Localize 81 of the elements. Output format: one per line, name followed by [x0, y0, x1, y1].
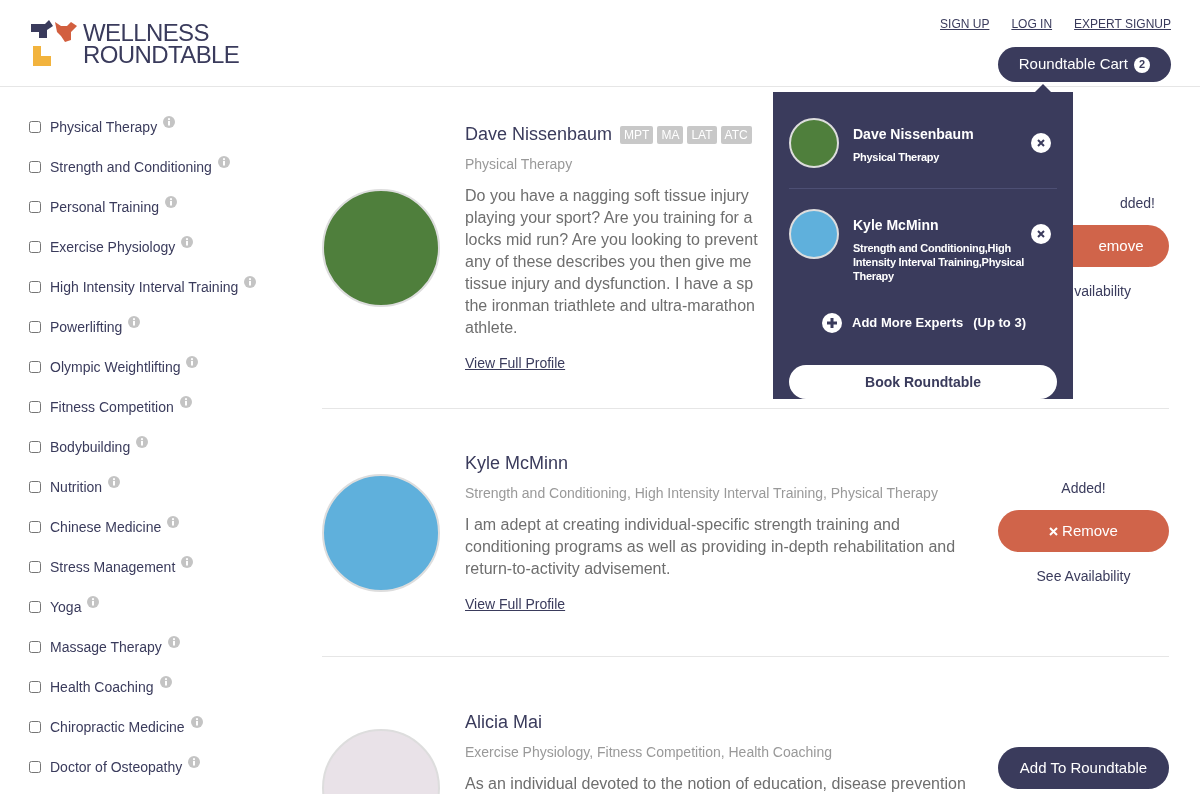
filter-label[interactable]: Exercise Physiology	[50, 236, 176, 258]
filter-checkbox[interactable]	[29, 401, 41, 413]
remove-icon[interactable]	[1031, 224, 1051, 244]
logo-text: ROUNDTABLE	[83, 44, 240, 66]
filter-checkbox[interactable]	[29, 681, 41, 693]
filter-checkbox[interactable]	[29, 641, 41, 653]
cart-count-badge: 2	[1134, 56, 1150, 73]
view-profile-link[interactable]: View Full Profile	[465, 353, 566, 374]
filter-label[interactable]: Personal Training	[50, 196, 159, 218]
description-line: As an individual devoted to the notion of education, disease prevention	[465, 774, 966, 794]
avatar-photo-placeholder	[789, 118, 839, 168]
filter-checkbox[interactable]	[29, 601, 41, 613]
description-line: conditioning programs as well as providing in-depth rehabilitation and	[465, 537, 956, 557]
add-more-note: (Up to 3)	[973, 314, 1026, 333]
description-line: tissue injury and dysfunction. I have a sp	[465, 274, 754, 294]
added-status: Added!	[1061, 479, 1106, 498]
description-line: playing your sport? Are you training for a	[465, 208, 753, 228]
filter-checkbox[interactable]	[29, 201, 41, 213]
filter-checkbox[interactable]	[29, 241, 41, 253]
logo-text: WELLNESS	[83, 22, 210, 44]
plus-icon	[822, 313, 842, 333]
filter-label[interactable]: Chiropractic Medicine	[50, 716, 185, 738]
see-availability-link[interactable]: See Availability	[1036, 566, 1131, 587]
filter-label[interactable]: Stress Management	[50, 556, 176, 578]
logo-icon	[29, 20, 77, 68]
nav-link[interactable]: LOG IN	[1011, 15, 1053, 33]
cart-expert-name: Kyle McMinn	[853, 216, 940, 235]
filter-label[interactable]: Chinese Medicine	[50, 516, 162, 538]
description-line: any of these describes you then give me	[465, 252, 752, 272]
filter-label[interactable]: Olympic Weightlifting	[50, 356, 181, 378]
nav-link[interactable]: EXPERT SIGNUP	[1074, 15, 1171, 33]
filter-checkbox[interactable]	[29, 441, 41, 453]
filter-label[interactable]: Doctor of Osteopathy	[50, 756, 183, 778]
filter-checkbox[interactable]	[29, 161, 41, 173]
remove-button[interactable]: Remove	[998, 510, 1169, 552]
expert-specialties: Strength and Conditioning, High Intensity Interval Training, Physical Therapy	[465, 484, 938, 503]
book-roundtable-button[interactable]: Book Roundtable	[789, 365, 1057, 399]
expert-name: Kyle McMinn	[465, 452, 569, 475]
close-icon	[1049, 526, 1059, 536]
filter-label[interactable]: Massage Therapy	[50, 636, 162, 658]
filter-label[interactable]: Yoga	[50, 596, 82, 618]
filter-checkbox[interactable]	[29, 481, 41, 493]
cart-expert-name: Dave Nissenbaum	[853, 125, 975, 144]
description-line: I am adept at creating individual-specific strength training and	[465, 515, 900, 535]
avatar-photo-placeholder	[789, 209, 839, 259]
description-line: Do you have a nagging soft tissue injury	[465, 186, 749, 206]
cart-button[interactable]: Roundtable Cart 2	[997, 47, 1171, 82]
filter-checkbox[interactable]	[29, 521, 41, 533]
nav-link[interactable]: SIGN UP	[940, 15, 990, 33]
filter-label[interactable]: Health Coaching	[50, 676, 154, 698]
remove-icon[interactable]	[1031, 133, 1051, 153]
remove-button[interactable]: emove	[1073, 225, 1169, 267]
filter-checkbox[interactable]	[29, 361, 41, 373]
filter-label[interactable]: Strength and Conditioning	[50, 156, 212, 178]
filter-label[interactable]: Bodybuilding	[50, 436, 131, 458]
filter-label[interactable]: Powerlifting	[50, 316, 123, 338]
filter-label[interactable]: Nutrition	[50, 476, 103, 498]
description-line: locks mid run? Are you looking to prevent	[465, 230, 758, 250]
filter-label[interactable]: High Intensity Interval Training	[50, 276, 239, 298]
description-line: return-to-activity advisement.	[465, 559, 671, 579]
expert-name: Dave Nissenbaum	[465, 123, 613, 146]
add-to-roundtable-button[interactable]: Add To Roundtable	[998, 747, 1169, 789]
cart-expert-specialties: Physical Therapy	[853, 150, 941, 164]
added-status: dded!	[1119, 194, 1156, 213]
view-profile-link[interactable]: View Full Profile	[465, 594, 566, 615]
filter-checkbox[interactable]	[29, 561, 41, 573]
description-line: athlete.	[465, 318, 518, 338]
filter-checkbox[interactable]	[29, 121, 41, 133]
filter-checkbox[interactable]	[29, 721, 41, 733]
filter-checkbox[interactable]	[29, 281, 41, 293]
filter-label[interactable]: Physical Therapy	[50, 116, 158, 138]
see-availability-link[interactable]: vailability	[1074, 281, 1169, 302]
add-more-link[interactable]: Add More Experts	[852, 313, 964, 333]
filter-checkbox[interactable]	[29, 761, 41, 773]
description-line: the ironman triathlete and ultra-marathon	[465, 296, 755, 316]
filter-checkbox[interactable]	[29, 321, 41, 333]
filter-label[interactable]: Fitness Competition	[50, 396, 174, 418]
expert-name: Alicia Mai	[465, 711, 543, 734]
cart-expert-specialties: Strength and Conditioning,High Intensity Interval Training,Physical Therapy	[853, 241, 1026, 283]
expert-specialties: Physical Therapy	[465, 155, 573, 174]
expert-specialties: Exercise Physiology, Fitness Competition, Health Coaching	[465, 743, 833, 762]
